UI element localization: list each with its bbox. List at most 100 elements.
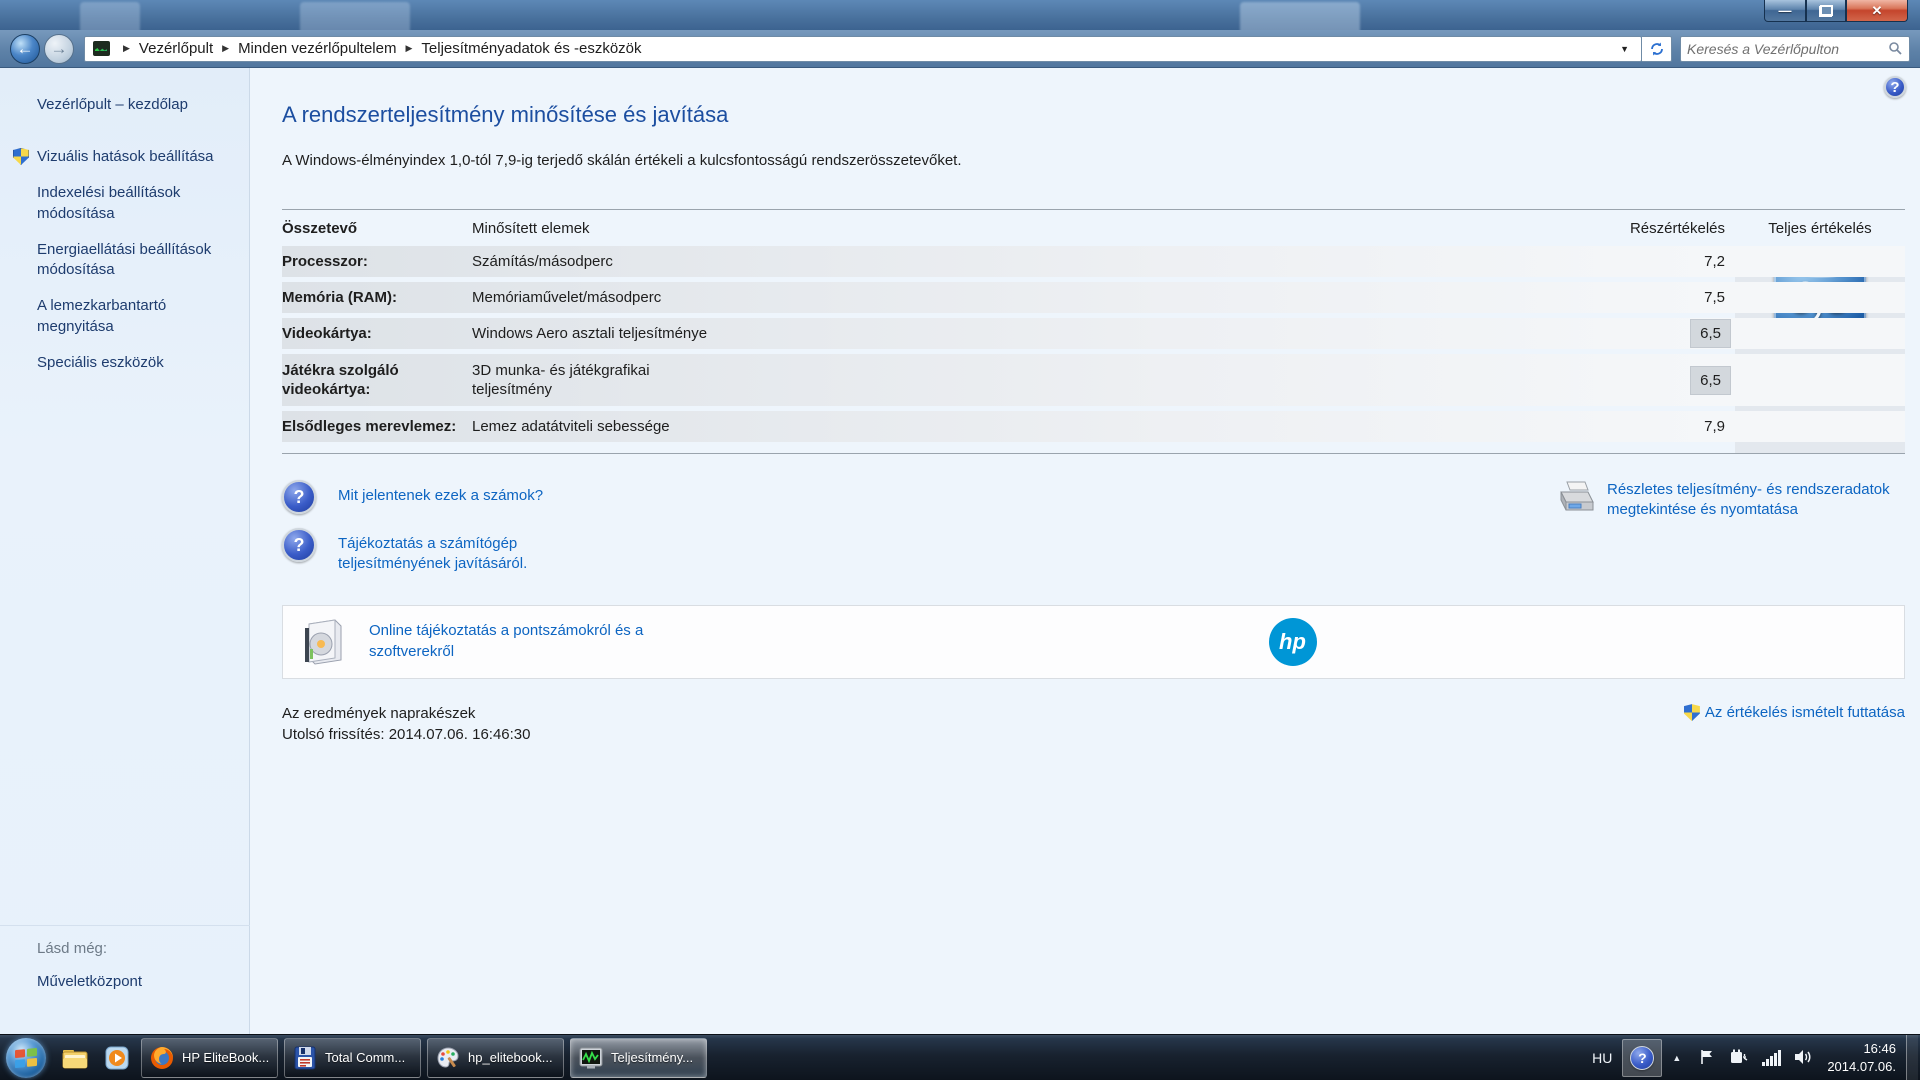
desktop-screen: — ✕ ← → ▶ Vezérlőpult ▶ Minden vezérlőpu… <box>0 0 1920 1080</box>
results-up-to-date: Az eredmények naprakészek <box>282 703 1684 725</box>
forward-button[interactable]: → <box>44 34 74 64</box>
taskbar: HP EliteBook... Total Comm... <box>0 1034 1920 1080</box>
breadcrumb-separator: ▶ <box>213 43 238 54</box>
breadcrumb-all-items[interactable]: Minden vezérlőpultelem <box>238 40 396 57</box>
rated-cell: Lemez adatátviteli sebessége <box>472 417 1585 437</box>
subscore-cell: 7,2 <box>1585 253 1735 270</box>
table-row: Processzor: Számítás/másodperc 7,2 <box>282 246 1905 277</box>
help-link-row: ? Mit jelentenek ezek a számok? <box>282 480 1555 514</box>
network-signal-icon[interactable] <box>1759 1043 1783 1073</box>
rerun-assessment[interactable]: Az értékelés ismételt futtatása <box>1684 703 1905 723</box>
taskbar-window-paint[interactable]: hp_elitebook... <box>427 1038 564 1078</box>
rated-cell: Számítás/másodperc <box>472 252 1585 272</box>
sidebar-item-control-panel-home[interactable]: Vezérlőpult – kezdőlap <box>37 96 235 113</box>
see-also-header: Lásd még: <box>37 940 236 957</box>
volume-speaker-icon[interactable] <box>1791 1043 1815 1073</box>
component-cell: Játékra szolgáló videokártya: <box>282 361 472 400</box>
taskbar-window-hp-elitebook[interactable]: HP EliteBook... <box>141 1038 278 1078</box>
uac-shield-icon <box>1684 704 1700 721</box>
media-player-icon <box>104 1045 130 1071</box>
subscore-cell-lowest: 6,5 <box>1690 319 1731 348</box>
status-row: Az eredmények naprakészek Utolsó frissít… <box>282 703 1905 747</box>
sidebar-item-indexing-options[interactable]: Indexelési beállítások módosítása <box>37 183 235 224</box>
language-indicator[interactable]: HU <box>1582 1050 1622 1066</box>
status-text: Az eredmények naprakészek Utolsó frissít… <box>282 703 1684 747</box>
rated-cell: Windows Aero asztali teljesítménye <box>472 324 1585 344</box>
breadcrumb-performance-tools[interactable]: Teljesítményadatok és -eszközök <box>421 40 641 57</box>
software-box-icon <box>301 618 347 666</box>
col-header-rated: Minősített elemek <box>472 220 1585 237</box>
total-commander-icon <box>292 1045 318 1071</box>
help-links: ? Mit jelentenek ezek a számok? ? Tájéko… <box>282 480 1555 589</box>
col-header-total: Teljes értékelés <box>1735 220 1905 237</box>
taskbar-clock[interactable]: 16:46 2014.07.06. <box>1819 1040 1906 1075</box>
windows-flag-icon <box>6 1035 46 1079</box>
refresh-icon <box>1649 41 1665 57</box>
sidebar-item-label: Indexelési beállítások módosítása <box>37 184 180 221</box>
sidebar-see-also: Lásd még: Műveletközpont <box>0 925 250 990</box>
main-pane: A rendszerteljesítmény minősítése és jav… <box>250 68 1920 1034</box>
subscore-cell: 7,9 <box>1585 418 1735 435</box>
rated-cell: Memóriaművelet/másodperc <box>472 288 1585 308</box>
breadcrumb-control-panel[interactable]: Vezérlőpult <box>139 40 213 57</box>
sidebar-item-label: Vizuális hatások beállítása <box>37 148 214 165</box>
question-mark-icon: ? <box>1630 1046 1654 1070</box>
online-info-link[interactable]: Online tájékoztatás a pontszámokról és a… <box>369 621 699 662</box>
table-row: Játékra szolgáló videokártya: 3D munka- … <box>282 354 1905 406</box>
sidebar-item-disk-cleanup[interactable]: A lemezkarbantartó megnyitása <box>37 296 235 337</box>
show-desktop-button[interactable] <box>1906 1035 1918 1080</box>
breadcrumb-separator: ▶ <box>114 43 139 54</box>
improve-performance-link[interactable]: Tájékoztatás a számítógép teljesítményén… <box>338 528 608 575</box>
what-numbers-mean-link[interactable]: Mit jelentenek ezek a számok? <box>338 480 543 506</box>
component-cell: Elsődleges merevlemez: <box>282 417 472 437</box>
sidebar-item-visual-effects[interactable]: Vizuális hatások beállítása <box>37 147 235 167</box>
address-dropdown-icon[interactable]: ▼ <box>1612 44 1637 54</box>
close-button[interactable]: ✕ <box>1846 0 1908 22</box>
taskbar-window-total-commander[interactable]: Total Comm... <box>284 1038 421 1078</box>
start-button[interactable] <box>6 1038 46 1078</box>
component-cell: Videokártya: <box>282 324 472 344</box>
print-details-link[interactable]: Részletes teljesítmény- és rendszeradato… <box>1607 480 1897 521</box>
table-row: Elsődleges merevlemez: Lemez adatátvitel… <box>282 411 1905 442</box>
links-zone: ? Mit jelentenek ezek a számok? ? Tájéko… <box>282 480 1905 589</box>
paint-palette-icon <box>435 1045 461 1071</box>
page-title: A rendszerteljesítmény minősítése és jav… <box>282 102 1905 128</box>
taskbar-window-label: hp_elitebook... <box>468 1050 553 1065</box>
taskbar-window-label: Total Comm... <box>325 1050 405 1065</box>
refresh-button[interactable] <box>1642 36 1672 62</box>
show-hidden-icons-button[interactable]: ▲ <box>1662 1053 1691 1063</box>
taskbar-window-performance[interactable]: Teljesítmény... <box>570 1038 707 1078</box>
sidebar-item-advanced-tools[interactable]: Speciális eszközök <box>37 353 235 373</box>
sidebar-item-power-settings[interactable]: Energiaellátási beállítások módosítása <box>37 240 235 281</box>
media-player-pinned-button[interactable] <box>96 1038 138 1078</box>
col-header-component: Összetevő <box>282 220 472 237</box>
help-link-row: ? Tájékoztatás a számítógép teljesítmény… <box>282 528 1555 575</box>
search-box[interactable] <box>1680 36 1910 62</box>
performance-monitor-icon <box>578 1045 604 1071</box>
folder-icon <box>61 1046 89 1070</box>
search-input[interactable] <box>1687 41 1888 57</box>
window-titlebar: — ✕ <box>0 0 1920 30</box>
sidebar-item-action-center[interactable]: Műveletközpont <box>37 973 236 990</box>
power-plug-icon[interactable] <box>1727 1043 1751 1073</box>
question-mark-icon: ? <box>282 528 316 562</box>
performance-monitor-icon <box>93 41 110 56</box>
sidebar-item-label: Energiaellátási beállítások módosítása <box>37 241 211 278</box>
question-mark-icon: ? <box>282 480 316 514</box>
explorer-pinned-button[interactable] <box>54 1038 96 1078</box>
restore-icon <box>1820 6 1832 16</box>
minimize-button[interactable]: — <box>1764 0 1806 22</box>
table-row: Memória (RAM): Memóriaművelet/másodperc … <box>282 282 1905 313</box>
help-button[interactable]: ? <box>1884 76 1906 98</box>
sidebar: Vezérlőpult – kezdőlap Vizuális hatások … <box>0 68 250 1034</box>
taskbar-window-label: HP EliteBook... <box>182 1050 269 1065</box>
restore-button[interactable] <box>1806 0 1846 22</box>
action-center-flag-icon[interactable] <box>1695 1043 1719 1073</box>
sidebar-item-label: Speciális eszközök <box>37 354 164 371</box>
component-cell: Memória (RAM): <box>282 288 472 308</box>
address-bar[interactable]: ▶ Vezérlőpult ▶ Minden vezérlőpultelem ▶… <box>84 36 1642 62</box>
back-button[interactable]: ← <box>10 34 40 64</box>
breadcrumb-separator: ▶ <box>396 43 421 54</box>
tray-help-button[interactable]: ? <box>1622 1039 1662 1077</box>
rerun-assessment-link[interactable]: Az értékelés ismételt futtatása <box>1705 703 1905 723</box>
